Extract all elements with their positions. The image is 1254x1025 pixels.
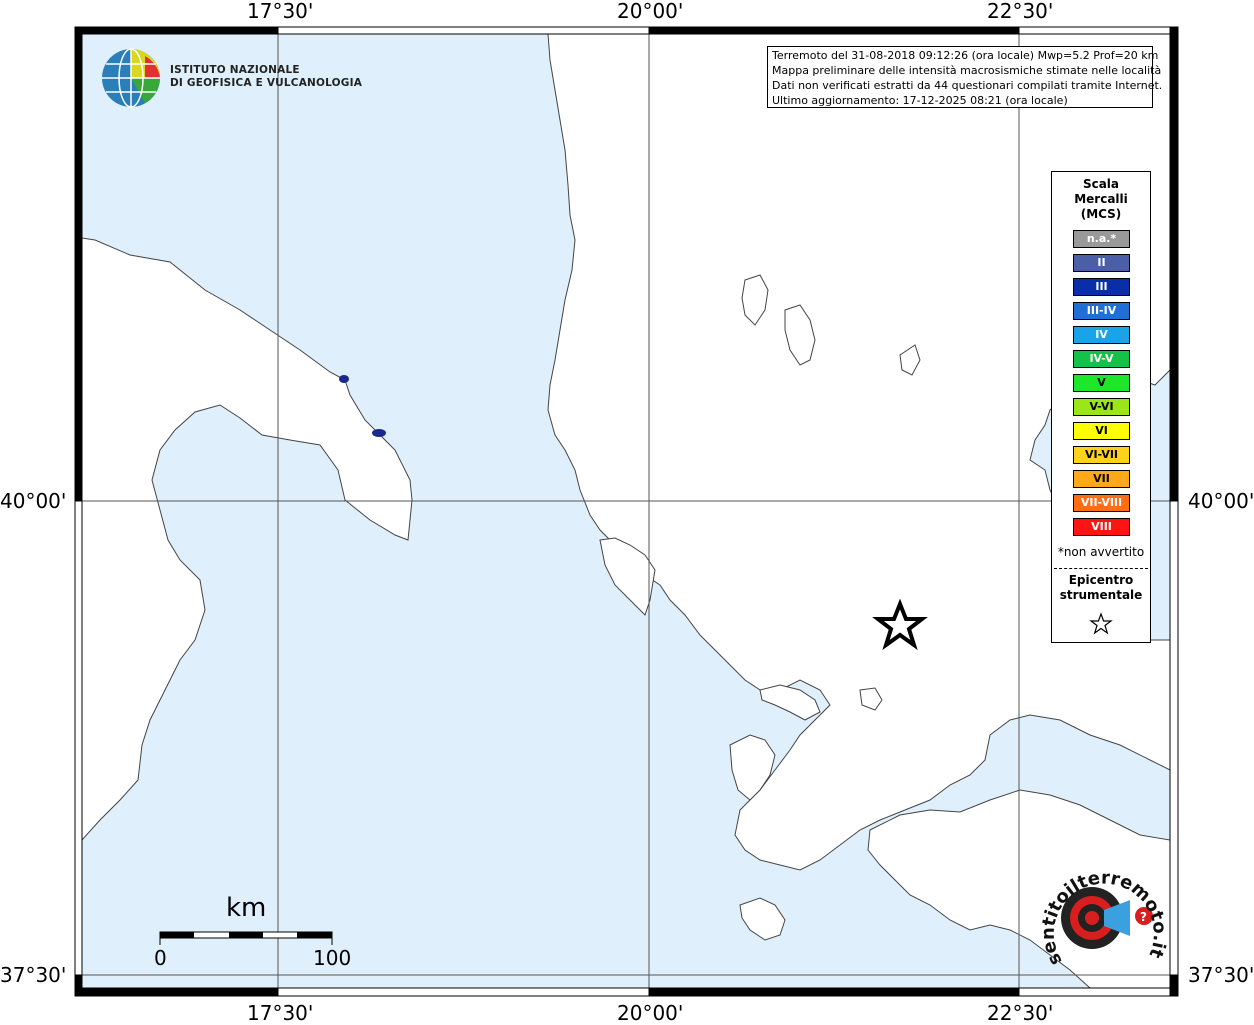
legend-item: III-IV	[1073, 302, 1130, 320]
lat-label-right-1: 40°00'	[1188, 489, 1254, 513]
scale-unit: km	[226, 893, 267, 923]
legend-cells: n.a.* II III III-IV IV IV-V V V-VI VI VI-VII VII VI…	[1073, 230, 1130, 542]
lat-label-right-2: 37°30'	[1188, 963, 1254, 987]
ingv-logo-icon	[102, 48, 160, 108]
legend-note: *non avvertito	[1057, 545, 1145, 559]
institute-name: ISTITUTO NAZIONALE DI GEOFISICA E VULCAN…	[170, 64, 363, 89]
legend-item: VII-VIII	[1073, 494, 1130, 512]
lon-label-bottom-3: 22°30'	[987, 1001, 1054, 1025]
legend-item: VII	[1073, 470, 1130, 488]
legend-epicenter-label: Epicentro strumentale	[1059, 573, 1143, 602]
legend-separator	[1054, 568, 1148, 569]
scale-max: 100	[313, 946, 352, 970]
info-line-2: Mappa preliminare delle intensità macros…	[772, 64, 1162, 77]
lon-label-top-2: 20°00'	[617, 0, 684, 23]
legend-item: V	[1073, 374, 1130, 392]
legend-item: IV-V	[1073, 350, 1130, 368]
legend-title: Scala Mercalli (MCS)	[1074, 177, 1128, 221]
legend-item: V-VI	[1073, 398, 1130, 416]
scale-min: 0	[154, 946, 167, 970]
legend-item: II	[1073, 254, 1130, 272]
legend-item: VIII	[1073, 518, 1130, 536]
legend-item: VI-VII	[1073, 446, 1130, 464]
lake-1	[339, 375, 349, 383]
legend-item: VI	[1073, 422, 1130, 440]
legend-item: n.a.*	[1073, 230, 1130, 248]
lon-label-bottom-1: 17°30'	[247, 1001, 314, 1025]
info-line-3: Dati non verificati estratti da 44 quest…	[772, 79, 1163, 92]
lake-2	[372, 429, 386, 437]
legend-star-icon	[1089, 612, 1113, 635]
info-line-1: Terremoto del 31-08-2018 09:12:26 (ora l…	[772, 49, 1159, 62]
info-line-4: Ultimo aggiornamento: 17-12-2025 08:21 (…	[772, 94, 1068, 107]
legend-item: IV	[1073, 326, 1130, 344]
intensity-legend: Scala Mercalli (MCS) n.a.* II III III-IV IV I…	[1051, 171, 1151, 643]
earthquake-info-box: Terremoto del 31-08-2018 09:12:26 (ora l…	[767, 46, 1163, 108]
lat-label-left-1: 40°00'	[0, 489, 67, 513]
legend-item: III	[1073, 278, 1130, 296]
lat-label-left-2: 37°30'	[0, 963, 67, 987]
lon-label-bottom-2: 20°00'	[617, 1001, 684, 1025]
lon-label-top-1: 17°30'	[247, 0, 314, 23]
lon-label-top-3: 22°30'	[987, 0, 1054, 23]
